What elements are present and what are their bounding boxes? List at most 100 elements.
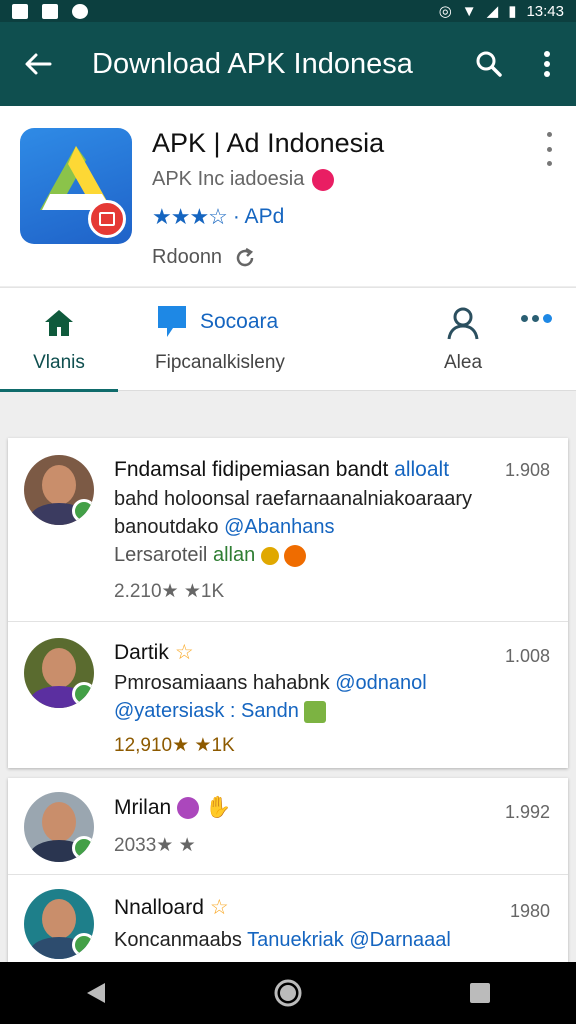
home-icon	[45, 310, 73, 336]
tab-home[interactable]: Vlanis	[0, 288, 118, 392]
post-tag[interactable]: allan	[213, 544, 255, 566]
post-time: 1980	[509, 901, 550, 921]
online-status-icon	[72, 682, 94, 706]
avatar[interactable]	[24, 455, 94, 525]
person-icon	[447, 307, 479, 340]
rating-stars: ★★★☆	[152, 204, 228, 229]
post-line: banoutdako @Abanhans	[114, 516, 335, 539]
rating-text: · APd	[232, 205, 285, 228]
overflow-menu-button[interactable]	[518, 22, 576, 106]
avatar[interactable]	[24, 792, 94, 862]
post-text: Koncanmaabs	[114, 929, 242, 951]
back-arrow-icon	[25, 53, 52, 75]
post-line: @yatersiask : Sandn	[114, 700, 327, 723]
mention-link[interactable]: @yatersiask : Sandn	[114, 700, 299, 722]
nav-recents-icon	[470, 983, 490, 1003]
app-developer-name: APK Inc iadoesia	[152, 168, 305, 190]
photo-notification-icon	[42, 3, 58, 19]
tab-account[interactable]: Alea	[418, 288, 508, 392]
avatar[interactable]	[24, 638, 94, 708]
post-line: Lersaroteil allan	[114, 544, 307, 567]
post-time: 1.908	[504, 460, 550, 480]
status-bar: ◎ ▼ ◢ ▮ 13:43	[0, 0, 576, 22]
mention-link[interactable]: @Abanhans	[224, 516, 334, 538]
signal-icon: ◢	[486, 3, 499, 20]
post-line: Koncanmaabs Tanuekriak @Darnaaal	[114, 929, 451, 952]
app-developer: APK Inc iadoesia	[152, 168, 335, 191]
emoji-icon	[284, 544, 307, 567]
feed-card: Fndamsal fidipemiasan bandt alloalt 1.90…	[8, 438, 568, 768]
post-stats: 12,910★ ★1K	[114, 735, 235, 756]
nav-back-button[interactable]	[66, 968, 126, 1018]
status-time: 13:43	[526, 2, 564, 20]
post-time: 1.992	[504, 802, 550, 822]
online-status-icon	[72, 933, 94, 957]
post-item[interactable]: Mrilan ✋ 1.992 2033★ ★	[8, 778, 568, 874]
app-more-button[interactable]	[540, 132, 558, 166]
author-name: Mrilan	[114, 796, 172, 819]
online-status-icon	[72, 836, 94, 860]
app-icon[interactable]	[20, 128, 132, 244]
nav-recents-button[interactable]	[450, 968, 510, 1018]
author-name: Nnalloard	[114, 895, 204, 919]
post-text: Lersaroteil	[114, 544, 208, 566]
tab-chat-label: Fipcanalkisleny	[155, 352, 285, 373]
review-label: Rdoonn	[152, 246, 223, 268]
tab-more-icon[interactable]	[521, 314, 552, 323]
online-status-icon	[72, 499, 94, 523]
refresh-icon	[236, 247, 254, 266]
tab-account-label: Alea	[444, 352, 483, 373]
battery-icon: ▮	[508, 3, 517, 20]
nav-home-icon	[274, 979, 302, 1007]
post-link[interactable]: alloalt	[394, 458, 449, 481]
post-stats: 2.210★ ★1K	[114, 581, 225, 602]
app-header-card: APK | Ad Indonesia APK Inc iadoesia ★★★☆…	[0, 106, 576, 286]
leaf-icon	[260, 546, 279, 565]
app-toolbar: Download APK Indonesa	[0, 22, 576, 106]
post-author: Nnalloard ☆	[114, 895, 229, 920]
nav-back-icon	[87, 983, 105, 1003]
post-text: Pmrosamiaans hahabnk	[114, 672, 330, 694]
app-name: APK | Ad Indonesia	[152, 128, 385, 158]
app-badge-icon	[88, 200, 126, 238]
post-author: Mrilan ✋	[114, 796, 231, 820]
post-author: Dartik ☆	[114, 640, 194, 665]
post-time: 1.008	[504, 646, 550, 666]
hands-icon: ✋	[205, 796, 232, 819]
purple-badge-icon	[177, 797, 200, 819]
nav-home-button[interactable]	[258, 968, 318, 1018]
app-rating: ★★★☆ · APd	[152, 204, 284, 230]
post-stats: 2033★ ★	[114, 835, 196, 856]
post-line: Fndamsal fidipemiasan bandt alloalt	[114, 458, 449, 482]
search-icon	[476, 51, 502, 77]
circle-notification-icon	[72, 3, 88, 19]
toolbar-title: Download APK Indonesa	[92, 47, 413, 80]
post-text: Fndamsal fidipemiasan bandt	[114, 458, 389, 481]
search-button[interactable]	[460, 22, 518, 106]
alarm-icon: ◎	[438, 3, 452, 20]
chat-bubble-icon	[158, 306, 186, 337]
star-badge-icon: ☆	[209, 896, 229, 919]
system-nav-bar	[0, 962, 576, 1024]
post-line: Pmrosamiaans hahabnk @odnanol	[114, 672, 427, 695]
tab-home-label: Vlanis	[33, 352, 85, 373]
app-review-row[interactable]: Rdoonn	[152, 246, 256, 269]
post-item[interactable]: Fndamsal fidipemiasan bandt alloalt 1.90…	[8, 438, 568, 621]
author-name: Dartik	[114, 640, 169, 664]
mention-link[interactable]: Tanuekriak @Darnaaal	[247, 929, 451, 951]
avatar[interactable]	[24, 889, 94, 959]
verified-badge-icon	[312, 168, 335, 191]
post-item[interactable]: Nnalloard ☆ 1980 Koncanmaabs Tanuekriak …	[8, 874, 568, 968]
star-badge-icon: ☆	[174, 641, 194, 664]
back-button[interactable]	[0, 22, 76, 106]
feed-card: Mrilan ✋ 1.992 2033★ ★ Nnalloard ☆ 1980 …	[8, 778, 568, 968]
wifi-icon: ▼	[461, 2, 477, 20]
more-vert-icon	[544, 51, 550, 77]
emoji-icon	[304, 700, 327, 723]
post-item[interactable]: Dartik ☆ 1.008 Pmrosamiaans hahabnk @odn…	[8, 621, 568, 768]
image-notification-icon	[12, 3, 28, 19]
tab-chat[interactable]: Socoara Fipcanalkisleny	[118, 288, 418, 392]
post-text: banoutdako	[114, 516, 219, 538]
mention-link[interactable]: @odnanol	[335, 672, 426, 694]
post-line: bahd holoonsal raefarnaanalniakoaraary	[114, 488, 473, 510]
